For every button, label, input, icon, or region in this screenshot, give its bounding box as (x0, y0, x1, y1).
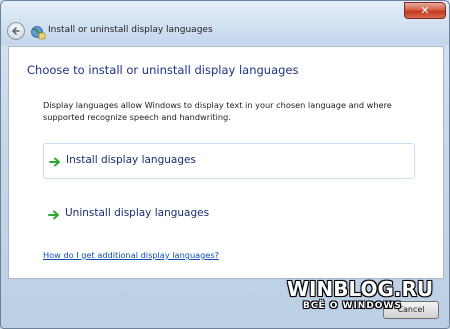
uninstall-languages-link[interactable]: Uninstall display languages (43, 197, 415, 233)
close-icon: ✕ (420, 4, 430, 17)
uninstall-languages-label: Uninstall display languages (65, 207, 210, 219)
additional-languages-help-link[interactable]: How do I get additional display language… (43, 250, 219, 260)
description-text: Display languages allow Windows to displ… (43, 100, 392, 122)
install-languages-label: Install display languages (66, 154, 196, 166)
window-title: Install or uninstall display languages (48, 25, 213, 35)
back-arrow-icon (12, 27, 20, 35)
language-globe-icon (31, 26, 46, 40)
watermark-tagline: ВСЁ О WINDOWS (303, 301, 402, 311)
close-button[interactable]: ✕ (404, 2, 446, 19)
green-arrow-icon (48, 210, 59, 220)
green-arrow-icon (49, 157, 60, 167)
back-button[interactable] (7, 22, 25, 40)
page-heading: Choose to install or uninstall display l… (27, 63, 299, 77)
watermark-logo: WINBLOG.RU (287, 277, 434, 301)
dialog-window: Install or uninstall display languages ✕… (0, 0, 450, 329)
install-languages-link[interactable]: Install display languages (43, 143, 415, 179)
title-bar: Install or uninstall display languages ✕ (1, 1, 449, 45)
